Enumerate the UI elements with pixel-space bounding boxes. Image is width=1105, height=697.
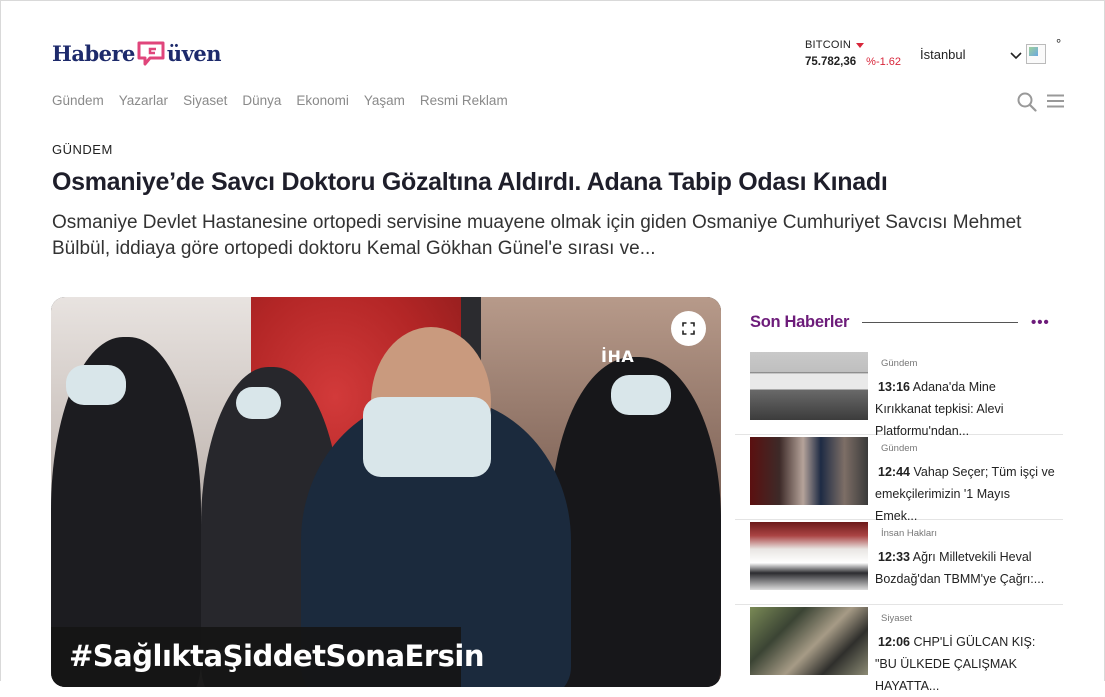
nav-item-gundem[interactable]: Gündem	[52, 93, 104, 108]
search-icon[interactable]	[1017, 92, 1037, 117]
nav-item-dunya[interactable]: Dünya	[242, 93, 281, 108]
ticker-price: 75.782,36	[805, 56, 857, 68]
down-arrow-icon	[856, 42, 865, 48]
city-select[interactable]: İstanbul	[920, 47, 966, 62]
nav-item-ekonomi[interactable]: Ekonomi	[296, 93, 349, 108]
news-time: 13:16	[878, 380, 910, 394]
news-thumbnail	[750, 522, 868, 590]
logo-g-speech-bubble-icon	[136, 40, 166, 66]
chevron-down-icon[interactable]	[1010, 48, 1022, 66]
news-category: Siyaset	[881, 613, 913, 624]
nav-item-yasam[interactable]: Yaşam	[364, 93, 405, 108]
image-hashtag: #SağlıktaŞiddetSonaErsin	[69, 639, 484, 673]
hamburger-menu-icon[interactable]	[1047, 94, 1064, 113]
site-logo[interactable]: Habere üven	[52, 36, 222, 70]
article-title[interactable]: Osmaniye’de Savcı Doktoru Gözaltına Aldı…	[52, 168, 888, 197]
news-thumbnail	[750, 437, 868, 505]
latest-news-item[interactable]: İnsan Hakları 12:33 Ağrı Milletvekili He…	[735, 520, 1063, 605]
news-category: İnsan Hakları	[881, 528, 937, 539]
news-category: Gündem	[881, 358, 918, 369]
news-thumbnail	[750, 607, 868, 675]
latest-news-heading[interactable]: Son Haberler	[750, 313, 849, 332]
iha-watermark: İHA	[601, 347, 635, 366]
nav-item-yazarlar[interactable]: Yazarlar	[119, 93, 168, 108]
temperature-degree: °	[1056, 36, 1062, 51]
news-time: 12:33	[878, 550, 910, 564]
weather-icon	[1026, 44, 1046, 64]
more-dots-icon[interactable]: •••	[1031, 314, 1050, 331]
nav-item-siyaset[interactable]: Siyaset	[183, 93, 227, 108]
fullscreen-expand-icon[interactable]	[671, 311, 706, 346]
latest-news-item[interactable]: Gündem 13:16 Adana'da Mine Kırıkkanat te…	[735, 350, 1063, 438]
article-summary: Osmaniye Devlet Hastanesine ortopedi ser…	[52, 212, 1022, 259]
news-category: Gündem	[881, 443, 918, 454]
news-time: 12:06	[878, 635, 910, 649]
ticker-change: %-1.62	[866, 56, 902, 68]
nav-item-resmi-reklam[interactable]: Resmi Reklam	[420, 93, 508, 108]
ticker-name: BITCOIN	[805, 39, 852, 51]
latest-news-item[interactable]: Siyaset 12:06 CHP'Lİ GÜLCAN KIŞ: "BU ÜLK…	[735, 605, 1063, 693]
latest-news-item[interactable]: Gündem 12:44 Vahap Seçer; Tüm işçi ve em…	[735, 435, 1063, 523]
news-thumbnail	[750, 352, 868, 420]
article-hero-image[interactable]: İHA #SağlıktaŞiddetSonaErsin	[51, 297, 721, 687]
main-nav: Gündem Yazarlar Siyaset Dünya Ekonomi Ya…	[52, 93, 508, 108]
heading-divider	[862, 322, 1018, 323]
crypto-ticker[interactable]: BITCOIN 75.782,36 %-1.62	[805, 39, 901, 68]
article-category[interactable]: GÜNDEM	[52, 142, 113, 157]
news-time: 12:44	[878, 465, 910, 479]
